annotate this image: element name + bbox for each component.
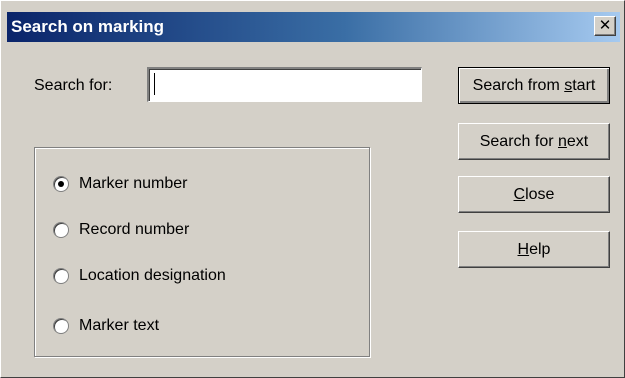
radio-button[interactable] (53, 318, 69, 334)
search-from-start-button[interactable]: Search from start (458, 67, 610, 104)
radio-label: Record number (79, 221, 190, 238)
radio-marker-number[interactable]: Marker number (53, 173, 187, 195)
text-caret (154, 73, 155, 95)
button-label: Search for next (479, 133, 589, 150)
radio-location-designation[interactable]: Location designation (53, 265, 226, 287)
dialog-title: Search on marking (11, 17, 165, 36)
button-label: Close (513, 186, 555, 203)
radio-button[interactable] (53, 268, 69, 284)
radio-record-number[interactable]: Record number (53, 219, 189, 241)
search-input[interactable] (147, 67, 422, 102)
help-button[interactable]: Help (458, 231, 610, 268)
button-label: Help (517, 241, 551, 258)
search-label: Search for: (34, 77, 113, 94)
radio-button-checked[interactable] (53, 176, 69, 192)
radio-label: Location designation (79, 267, 226, 284)
search-for-next-button[interactable]: Search for next (458, 123, 610, 160)
radio-label: Marker number (79, 175, 188, 192)
close-icon[interactable]: ✕ (594, 16, 616, 36)
title-bar[interactable]: Search on marking ✕ (7, 12, 620, 42)
button-label: Search from start (472, 77, 596, 94)
radio-button[interactable] (53, 222, 69, 238)
radio-label: Marker text (79, 317, 160, 334)
radio-marker-text[interactable]: Marker text (53, 315, 159, 337)
close-button[interactable]: Close (458, 176, 610, 213)
search-dialog: Search on marking ✕ Search for: Marker n… (0, 0, 625, 378)
